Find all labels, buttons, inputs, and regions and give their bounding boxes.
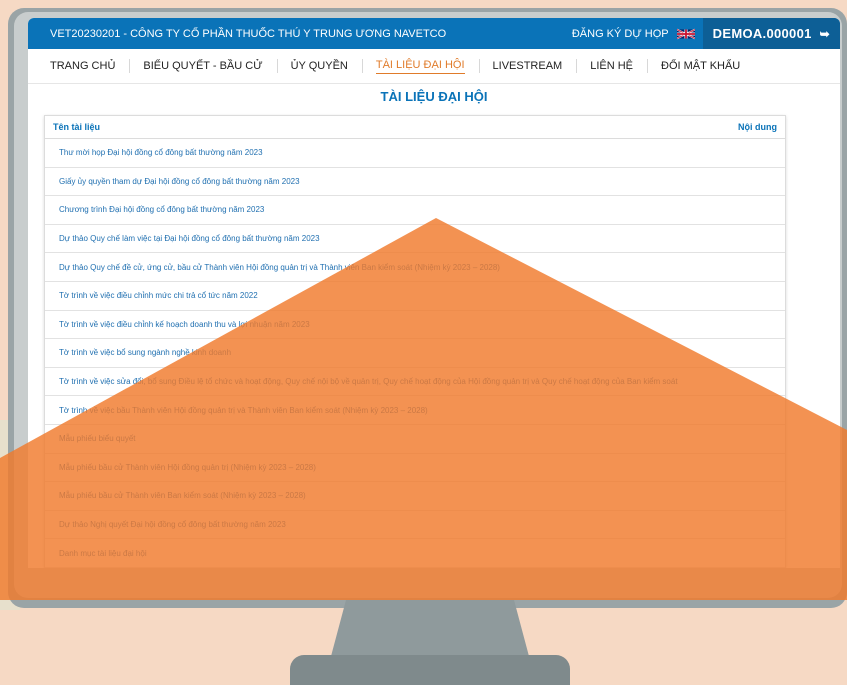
nav-item-label: LIÊN HỆ bbox=[590, 60, 633, 72]
nav-item[interactable]: ĐỔI MẬT KHẨU bbox=[647, 49, 754, 83]
nav-item[interactable]: LIVESTREAM bbox=[478, 49, 577, 83]
table-body: Thư mời họp Đại hội đồng cổ đông bất thư… bbox=[45, 139, 785, 568]
company-name: VET20230201 - CÔNG TY CỔ PHẦN THUỐC THÚ … bbox=[50, 27, 447, 40]
table-row[interactable]: Chương trình Đại hội đồng cổ đông bất th… bbox=[45, 196, 785, 225]
table-row[interactable]: Tờ trình về việc bổ sung ngành nghề kinh… bbox=[45, 339, 785, 368]
column-header-content: Nội dung bbox=[738, 122, 777, 132]
table-header: Tên tài liệu Nội dung bbox=[45, 116, 785, 139]
table-row[interactable]: Danh mục tài liệu đại hội bbox=[45, 539, 785, 568]
nav-item-label: TÀI LIỆU ĐẠI HỘI bbox=[375, 59, 465, 74]
main-nav: TRANG CHỦ BIỂU QUYẾT - BẦU CỬ ỦY QUYỀN TÀI … bbox=[28, 49, 840, 84]
register-link[interactable]: ĐĂNG KÝ DỰ HỌP bbox=[572, 28, 669, 40]
table-row[interactable]: Mẫu phiếu bầu cử Thành viên Ban kiểm soá… bbox=[45, 482, 785, 511]
top-bar: VET20230201 - CÔNG TY CỔ PHẦN THUỐC THÚ … bbox=[28, 18, 840, 49]
table-row[interactable]: Tờ trình về việc điều chỉnh mức chi trả … bbox=[45, 282, 785, 311]
table-row[interactable]: Dự thảo Nghị quyết Đại hội đồng cổ đông … bbox=[45, 511, 785, 540]
column-header-name: Tên tài liệu bbox=[53, 122, 101, 132]
monitor-base bbox=[290, 655, 570, 685]
nav-item[interactable]: LIÊN HỆ bbox=[576, 49, 647, 83]
documents-table: Tên tài liệu Nội dung Thư mời họp Đại hộ… bbox=[44, 115, 786, 568]
uk-flag-icon[interactable] bbox=[676, 28, 695, 40]
table-row[interactable]: Giấy ủy quyền tham dự Đại hội đồng cổ đô… bbox=[45, 168, 785, 197]
table-row[interactable]: Tờ trình về việc điều chỉnh kế hoạch doa… bbox=[45, 311, 785, 340]
table-row[interactable]: Thư mời họp Đại hội đồng cổ đông bất thư… bbox=[45, 139, 785, 168]
nav-item[interactable]: TRANG CHỦ bbox=[50, 49, 129, 83]
account-box[interactable]: DEMOA.000001 ➥ bbox=[702, 18, 840, 49]
nav-item[interactable]: ỦY QUYỀN bbox=[276, 49, 362, 83]
table-row[interactable]: Mẫu phiếu biểu quyết bbox=[45, 425, 785, 454]
table-row[interactable]: Tờ trình về việc bầu Thành viên Hội đồng… bbox=[45, 396, 785, 425]
account-name: DEMOA.000001 bbox=[712, 26, 812, 41]
table-row[interactable]: Dự thảo Quy chế đề cử, ứng cử, bầu cử Th… bbox=[45, 253, 785, 282]
nav-item-label: ĐỔI MẬT KHẨU bbox=[661, 60, 741, 72]
table-row[interactable]: Mẫu phiếu bầu cử Thành viên Hội đồng quả… bbox=[45, 454, 785, 483]
table-row[interactable]: Dự thảo Quy chế làm việc tại Đại hội đồn… bbox=[45, 225, 785, 254]
page-title: TÀI LIỆU ĐẠI HỘI bbox=[380, 89, 488, 104]
nav-item-label: BIỂU QUYẾT - BẦU CỬ bbox=[143, 60, 263, 72]
nav-item-label: TRANG CHỦ bbox=[50, 60, 116, 72]
nav-item-label: ỦY QUYỀN bbox=[290, 60, 348, 72]
nav-item[interactable]: TÀI LIỆU ĐẠI HỘI bbox=[361, 49, 479, 83]
table-row[interactable]: Tờ trình về việc sửa đổi, bổ sung Điều l… bbox=[45, 368, 785, 397]
nav-item-label: LIVESTREAM bbox=[492, 60, 563, 72]
nav-item[interactable]: BIỂU QUYẾT - BẦU CỬ bbox=[129, 49, 276, 83]
screen: VET20230201 - CÔNG TY CỔ PHẦN THUỐC THÚ … bbox=[28, 18, 840, 568]
logout-icon[interactable]: ➥ bbox=[820, 27, 830, 41]
monitor-stand bbox=[330, 600, 530, 660]
